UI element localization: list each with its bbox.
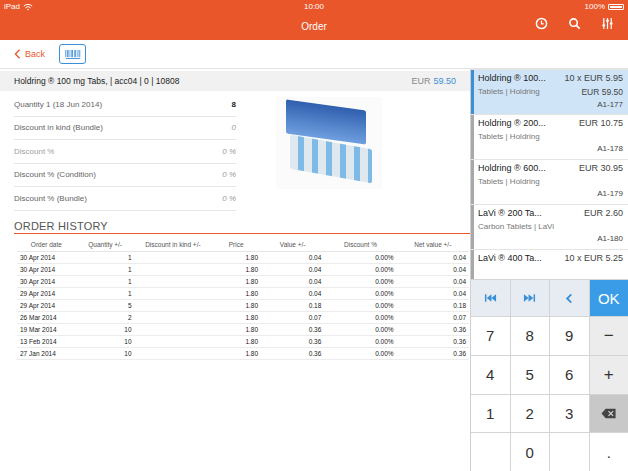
status-bar: iPad 10:00 100% [0,0,628,13]
chevron-left-icon [14,49,21,59]
product-list-item[interactable]: LaVi ® 400 Ta...10 x EUR 5.25 [471,250,628,279]
keypad-key[interactable]: 3 [550,395,589,433]
table-row: 29 Apr 201451.800.180.00%0.18 [17,299,469,311]
product-title-row: Holdring ® 100 mg Tabs, | acc04 | 0 | 10… [0,71,470,91]
order-screen: iPad 10:00 100% Order Back Holdring ® 100 mg … [0,0,628,471]
keypad-blank [550,433,589,471]
keypad: OK 789− 456+1230. [471,279,628,471]
keypad-key[interactable]: 9 [550,317,589,355]
table-row: 29 Apr 201411.800.040.00%0.04 [17,287,469,299]
wifi-icon [23,3,33,11]
keypad-key[interactable]: 1 [471,395,510,433]
table-row: 30 Apr 201411.800.040.00%0.04 [17,275,469,287]
keypad-key[interactable]: 8 [511,317,550,355]
field-row[interactable]: Discount % (Bundle)0 % [14,187,236,211]
back-button[interactable]: Back [14,49,45,59]
product-total: EUR59.50 [411,76,456,86]
table-row: 30 Apr 201411.800.040.00%0.04 [17,263,469,275]
order-history-table: Order dateQuantity +/-Discount in kind +… [17,238,469,360]
toolbar: Back [0,40,628,69]
table-row: 13 Feb 2014101.800.360.00%0.36 [17,335,469,347]
product-list-item[interactable]: Holdring ® 200...EUR 10.75Tablets | Hold… [471,115,628,159]
product-image [276,97,382,189]
keypad-key[interactable]: + [590,356,628,394]
table-row: 27 Jan 2014101.800.360.00%0.36 [17,347,469,359]
keypad-blank [471,433,510,471]
skip-first-icon [484,293,497,303]
field-row[interactable]: Quantity 1 (18 Jun 2014)8 [14,93,236,117]
field-row[interactable]: Discount in kind (Bundle)0 [14,117,236,141]
carrier: iPad [4,2,20,11]
chevron-left-icon [565,293,573,304]
table-row: 26 Mar 201421.800.070.00%0.07 [17,311,469,323]
keypad-key[interactable]: OK [590,280,628,316]
skip-last-icon [523,293,536,303]
backspace-icon [601,408,616,419]
product-detail: Holdring ® 100 mg Tabs, | acc04 | 0 | 10… [0,69,470,471]
field-row[interactable]: Discount % (Condition)0 % [14,164,236,188]
table-header: Order dateQuantity +/-Discount in kind +… [17,238,469,252]
keypad-key[interactable]: 6 [550,356,589,394]
product-list-item[interactable]: Holdring ® 100...10 x EUR 5.95Tablets | … [471,70,628,114]
keypad-key[interactable] [471,280,510,316]
battery-icon [608,4,624,10]
barcode-button[interactable] [59,44,86,64]
table-row: 30 Apr 201411.800.040.00%0.04 [17,251,469,263]
keypad-key[interactable]: 7 [471,317,510,355]
table-row: 19 Mar 2014101.800.360.00%0.36 [17,323,469,335]
keypad-key[interactable] [550,280,589,316]
product-list-item[interactable]: Holdring ® 600...EUR 30.95Tablets | Hold… [471,160,628,204]
keypad-key[interactable] [590,395,628,433]
keypad-key[interactable]: 5 [511,356,550,394]
keypad-key[interactable]: . [590,433,628,471]
header: iPad 10:00 100% Order [0,0,628,40]
keypad-key[interactable]: 4 [471,356,510,394]
barcode-icon [64,49,82,60]
product-title: Holdring ® 100 mg Tabs, | acc04 | 0 | 10… [14,76,179,86]
keypad-key[interactable]: − [590,317,628,355]
keypad-key[interactable] [511,280,550,316]
keypad-key[interactable]: 0 [511,433,550,471]
battery-percent: 100% [585,2,605,11]
side-panel: Holdring ® 100...10 x EUR 5.95Tablets | … [470,69,628,471]
clock-time: 10:00 [304,2,324,11]
product-list-item[interactable]: LaVi ® 200 Ta...EUR 2.60Carbon Tablets |… [471,205,628,249]
order-history-title: ORDER HISTORY [14,220,470,234]
search-icon[interactable] [568,17,581,30]
page-title: Order [301,21,327,32]
clock-icon[interactable] [535,17,548,30]
keypad-key[interactable]: 2 [511,395,550,433]
product-list: Holdring ® 100...10 x EUR 5.95Tablets | … [471,69,628,279]
field-row[interactable]: Discount %0 % [14,140,236,164]
filter-sliders-icon[interactable] [601,17,614,30]
